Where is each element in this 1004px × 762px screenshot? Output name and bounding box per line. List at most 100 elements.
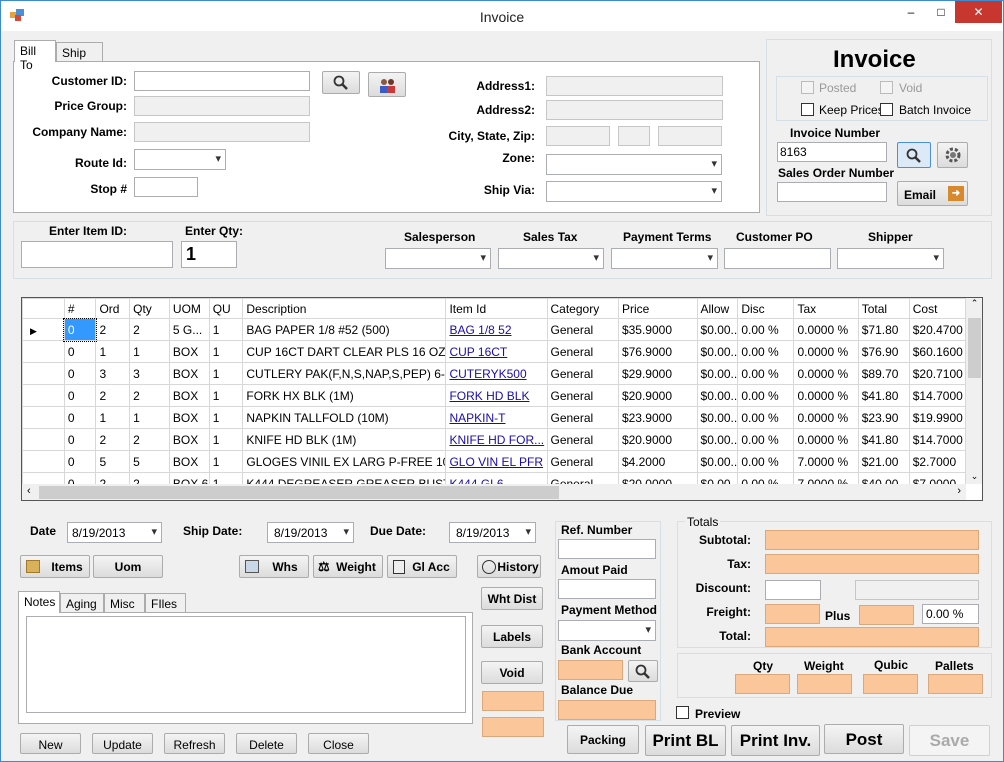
plus-percent-input[interactable]: 0.00 % bbox=[922, 604, 979, 624]
table-row[interactable]: 0 1 1 BOX 1 CUP 16CT DART CLEAR PLS 16 OZ CUP … bbox=[22, 340, 967, 363]
item-id-link[interactable]: BAG 1/8 52 bbox=[449, 323, 511, 337]
table-cell[interactable]: 1 bbox=[95, 406, 131, 429]
table-cell[interactable]: BOX bbox=[168, 428, 210, 451]
item-id-link[interactable]: GLO VIN EL PFR bbox=[449, 455, 543, 469]
table-row[interactable]: ▶ 0 2 2 5 G... 1 BAG PAPER 1/8 #52 (500) BAG 1/… bbox=[22, 317, 967, 342]
history-button[interactable]: History bbox=[477, 555, 541, 578]
whs-button[interactable]: Whs bbox=[239, 555, 309, 578]
table-cell[interactable]: 0.0000 % bbox=[793, 428, 859, 451]
row-header[interactable] bbox=[22, 406, 65, 429]
ship-via-select[interactable] bbox=[546, 181, 722, 202]
table-cell[interactable]: $14.7000 bbox=[908, 384, 967, 407]
column-header[interactable]: QU bbox=[208, 298, 244, 319]
table-cell[interactable]: 2 bbox=[129, 318, 170, 341]
table-cell[interactable]: KNIFE HD FOR... bbox=[445, 428, 548, 451]
payment-method-select[interactable] bbox=[558, 620, 656, 641]
table-cell[interactable]: 1 bbox=[208, 340, 244, 363]
table-cell[interactable]: 3 bbox=[129, 362, 170, 385]
table-cell[interactable]: 0.0000 % bbox=[793, 384, 859, 407]
table-cell[interactable]: BOX bbox=[168, 406, 210, 429]
table-row[interactable]: 0 1 1 BOX 1 NAPKIN TALLFOLD (10M) NAPKIN-T Gene… bbox=[22, 406, 967, 429]
table-cell[interactable]: General bbox=[546, 428, 619, 451]
new-button[interactable]: New bbox=[20, 733, 81, 754]
tab-ship-to[interactable]: Ship To bbox=[56, 42, 103, 74]
print-invoice-button[interactable]: Print Inv. bbox=[731, 725, 820, 756]
table-cell[interactable]: $0.00... bbox=[696, 340, 739, 363]
column-header[interactable]: Category bbox=[546, 298, 619, 319]
bank-search-button[interactable] bbox=[628, 660, 658, 682]
settings-button[interactable] bbox=[937, 142, 968, 168]
column-header[interactable]: Cost bbox=[908, 298, 967, 319]
table-cell[interactable]: 2 bbox=[95, 384, 131, 407]
post-button[interactable]: Post bbox=[824, 724, 904, 754]
table-cell[interactable]: 0.00 % bbox=[737, 384, 795, 407]
vertical-scrollbar[interactable]: ⌃ ⌄ bbox=[966, 298, 982, 484]
column-header[interactable]: Allow bbox=[696, 298, 739, 319]
table-cell[interactable]: 0.00 % bbox=[737, 318, 795, 341]
table-cell[interactable]: NAPKIN-T bbox=[445, 406, 548, 429]
table-cell[interactable]: 1 bbox=[129, 406, 170, 429]
table-cell[interactable]: 5 G... bbox=[168, 318, 210, 341]
table-row[interactable]: 0 3 3 BOX 1 CUTLERY PAK(F,N,S,NAP,S,PEP) 6-..… bbox=[22, 362, 967, 385]
column-header[interactable]: Disc bbox=[737, 298, 795, 319]
row-header[interactable] bbox=[22, 340, 65, 363]
table-cell[interactable]: $41.80 bbox=[857, 428, 910, 451]
tab-files[interactable]: FIles bbox=[145, 593, 186, 613]
batch-invoice-checkbox[interactable] bbox=[880, 103, 893, 116]
table-cell[interactable]: $0.00... bbox=[696, 406, 739, 429]
tab-misc[interactable]: Misc bbox=[104, 593, 145, 613]
table-cell[interactable]: $21.00 bbox=[857, 450, 910, 473]
table-cell[interactable]: 2 bbox=[129, 428, 170, 451]
table-cell[interactable]: 1 bbox=[129, 340, 170, 363]
table-cell[interactable]: 2 bbox=[129, 384, 170, 407]
hscroll-thumb[interactable] bbox=[39, 486, 559, 499]
item-id-link[interactable]: FORK HD BLK bbox=[449, 389, 529, 403]
table-cell[interactable]: $71.80 bbox=[857, 318, 910, 341]
table-cell[interactable]: General bbox=[546, 406, 619, 429]
column-header[interactable]: UOM bbox=[168, 298, 210, 319]
table-cell[interactable]: 5 bbox=[129, 450, 170, 473]
table-cell[interactable]: General bbox=[546, 318, 619, 341]
table-cell[interactable]: 2 bbox=[95, 428, 131, 451]
table-cell[interactable]: BAG PAPER 1/8 #52 (500) bbox=[242, 318, 447, 341]
ref-number-input[interactable] bbox=[558, 539, 656, 559]
table-row[interactable]: 0 5 5 BOX 1 GLOGES VINIL EX LARG P-FREE 100 GL… bbox=[22, 450, 967, 473]
table-row[interactable]: 0 2 2 BOX 1 KNIFE HD BLK (1M) KNIFE HD FOR... G… bbox=[22, 428, 967, 451]
table-cell[interactable]: 0 bbox=[63, 428, 97, 451]
tab-notes[interactable]: Notes bbox=[18, 591, 60, 613]
scroll-down-icon[interactable]: ⌄ bbox=[966, 471, 982, 482]
scroll-left-icon[interactable]: ‹ bbox=[27, 485, 31, 497]
table-cell[interactable]: 7.0000 % bbox=[793, 450, 859, 473]
table-cell[interactable]: General bbox=[546, 384, 619, 407]
packing-button[interactable]: Packing bbox=[567, 725, 639, 754]
invoice-number-input[interactable]: 8163 bbox=[777, 142, 887, 162]
table-cell[interactable]: 0.0000 % bbox=[793, 362, 859, 385]
table-cell[interactable]: BOX bbox=[168, 450, 210, 473]
zone-select[interactable] bbox=[546, 154, 722, 175]
item-id-link[interactable]: KNIFE HD FOR... bbox=[449, 433, 544, 447]
scroll-right-icon[interactable]: › bbox=[957, 485, 961, 497]
refresh-button[interactable]: Refresh bbox=[164, 733, 225, 754]
table-cell[interactable]: KNIFE HD BLK (1M) bbox=[242, 428, 447, 451]
table-cell[interactable]: $2.7000 bbox=[908, 450, 967, 473]
minimize-button[interactable]: ‒ bbox=[897, 1, 925, 23]
table-cell[interactable]: BOX bbox=[168, 362, 210, 385]
gl-acc-button[interactable]: Gl Acc bbox=[387, 555, 457, 578]
item-id-link[interactable]: CUP 16CT bbox=[449, 345, 507, 359]
table-cell[interactable]: 1 bbox=[208, 362, 244, 385]
table-cell[interactable]: CUTLERY PAK(F,N,S,NAP,S,PEP) 6-... bbox=[242, 362, 447, 385]
column-header[interactable]: Tax bbox=[793, 298, 859, 319]
discount-input[interactable] bbox=[765, 580, 821, 600]
table-cell[interactable]: $0.00... bbox=[696, 318, 739, 341]
table-cell[interactable]: 5 bbox=[95, 450, 131, 473]
table-cell[interactable]: $76.90 bbox=[857, 340, 910, 363]
table-cell[interactable]: BOX bbox=[168, 384, 210, 407]
row-header[interactable] bbox=[22, 384, 65, 407]
print-bl-button[interactable]: Print BL bbox=[645, 725, 726, 756]
table-cell[interactable]: 1 bbox=[208, 406, 244, 429]
delete-button[interactable]: Delete bbox=[236, 733, 297, 754]
table-cell[interactable]: CUTERYK500 bbox=[445, 362, 548, 385]
table-cell[interactable]: FORK HX BLK (1M) bbox=[242, 384, 447, 407]
table-cell[interactable]: 0.0000 % bbox=[793, 318, 859, 341]
table-cell[interactable]: $29.9000 bbox=[617, 362, 698, 385]
